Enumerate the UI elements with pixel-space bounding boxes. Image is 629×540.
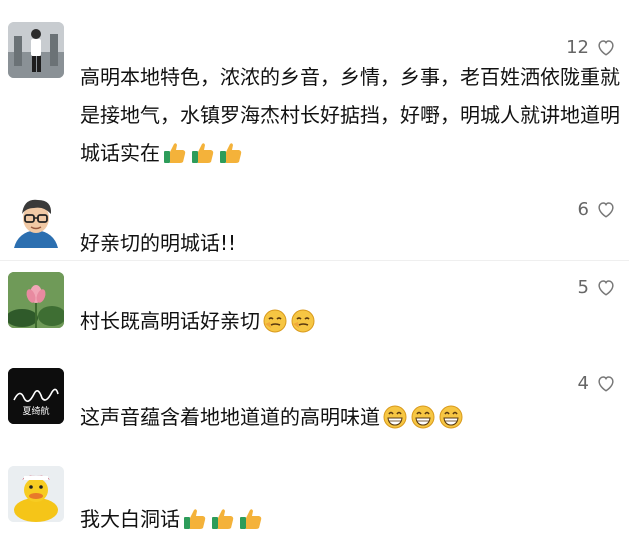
like-count: 5 xyxy=(577,276,589,298)
thumbs-up-emoji-icon xyxy=(164,142,186,163)
emoji-group xyxy=(260,309,316,333)
avatar[interactable] xyxy=(8,192,64,248)
grin-emoji-icon xyxy=(411,405,435,428)
signature-avatar: 夏绮航 xyxy=(8,368,64,424)
comment-1: 12 高明本地特色，浓浓的乡音，乡情，乡事，老百姓洒依陇重就是接地气，水镇罗海杰… xyxy=(0,0,629,180)
comment-text: 村长既高明话好亲切 xyxy=(80,302,620,340)
thumbs-up-emoji-icon xyxy=(240,508,262,529)
avatar[interactable] xyxy=(8,466,64,522)
thumbs-up-emoji-icon xyxy=(192,142,214,163)
like-count: 4 xyxy=(577,372,589,394)
comment-text: 好亲切的明城话!! xyxy=(80,231,237,255)
heart-outline-icon xyxy=(598,202,614,218)
lotus-flower-avatar xyxy=(8,272,64,328)
heart-outline-icon xyxy=(598,376,614,392)
comment-2: 6 好亲切的明城话!! xyxy=(0,180,629,262)
comment-4: 夏绮航 4 这声音蕴含着地地道道的高明味道 xyxy=(0,352,629,452)
thumbs-up-emoji-icon xyxy=(184,508,206,529)
emoji-group xyxy=(180,507,264,531)
emoji-group xyxy=(160,141,244,165)
grin-emoji-icon xyxy=(383,405,407,428)
like-button[interactable]: 5 xyxy=(578,276,617,298)
comment-5: 我大白洞话 xyxy=(0,452,629,540)
avatar[interactable] xyxy=(8,22,64,78)
divider xyxy=(0,260,629,261)
like-count: 12 xyxy=(566,36,589,58)
like-button[interactable]: 12 xyxy=(566,36,617,58)
signature-text: 夏绮航 xyxy=(22,405,49,417)
thumbs-up-emoji-icon xyxy=(212,508,234,529)
heart-outline-icon xyxy=(598,280,614,296)
heart-outline-icon xyxy=(598,40,614,56)
thumbs-up-emoji-icon xyxy=(220,142,242,163)
like-button[interactable]: 4 xyxy=(578,372,617,394)
smirk-emoji-icon xyxy=(263,309,287,332)
avatar[interactable]: 夏绮航 xyxy=(8,368,64,424)
cartoon-man-glasses-avatar xyxy=(8,192,64,248)
like-count: 6 xyxy=(577,198,589,220)
comment-text: 这声音蕴含着地地道道的高明味道 xyxy=(80,398,620,436)
comment-text: 我大白洞话 xyxy=(80,500,620,538)
person-standing-photo xyxy=(8,22,64,78)
rubber-duck-avatar xyxy=(8,466,64,522)
grin-emoji-icon xyxy=(439,405,463,428)
comment-3: 5 村长既高明话好亲切 xyxy=(0,262,629,352)
emoji-group xyxy=(380,405,464,429)
like-button[interactable]: 6 xyxy=(578,198,617,220)
comment-text: 高明本地特色，浓浓的乡音，乡情，乡事，老百姓洒依陇重就是接地气，水镇罗海杰村长好… xyxy=(80,65,620,165)
smirk-emoji-icon xyxy=(291,309,315,332)
avatar[interactable] xyxy=(8,272,64,328)
